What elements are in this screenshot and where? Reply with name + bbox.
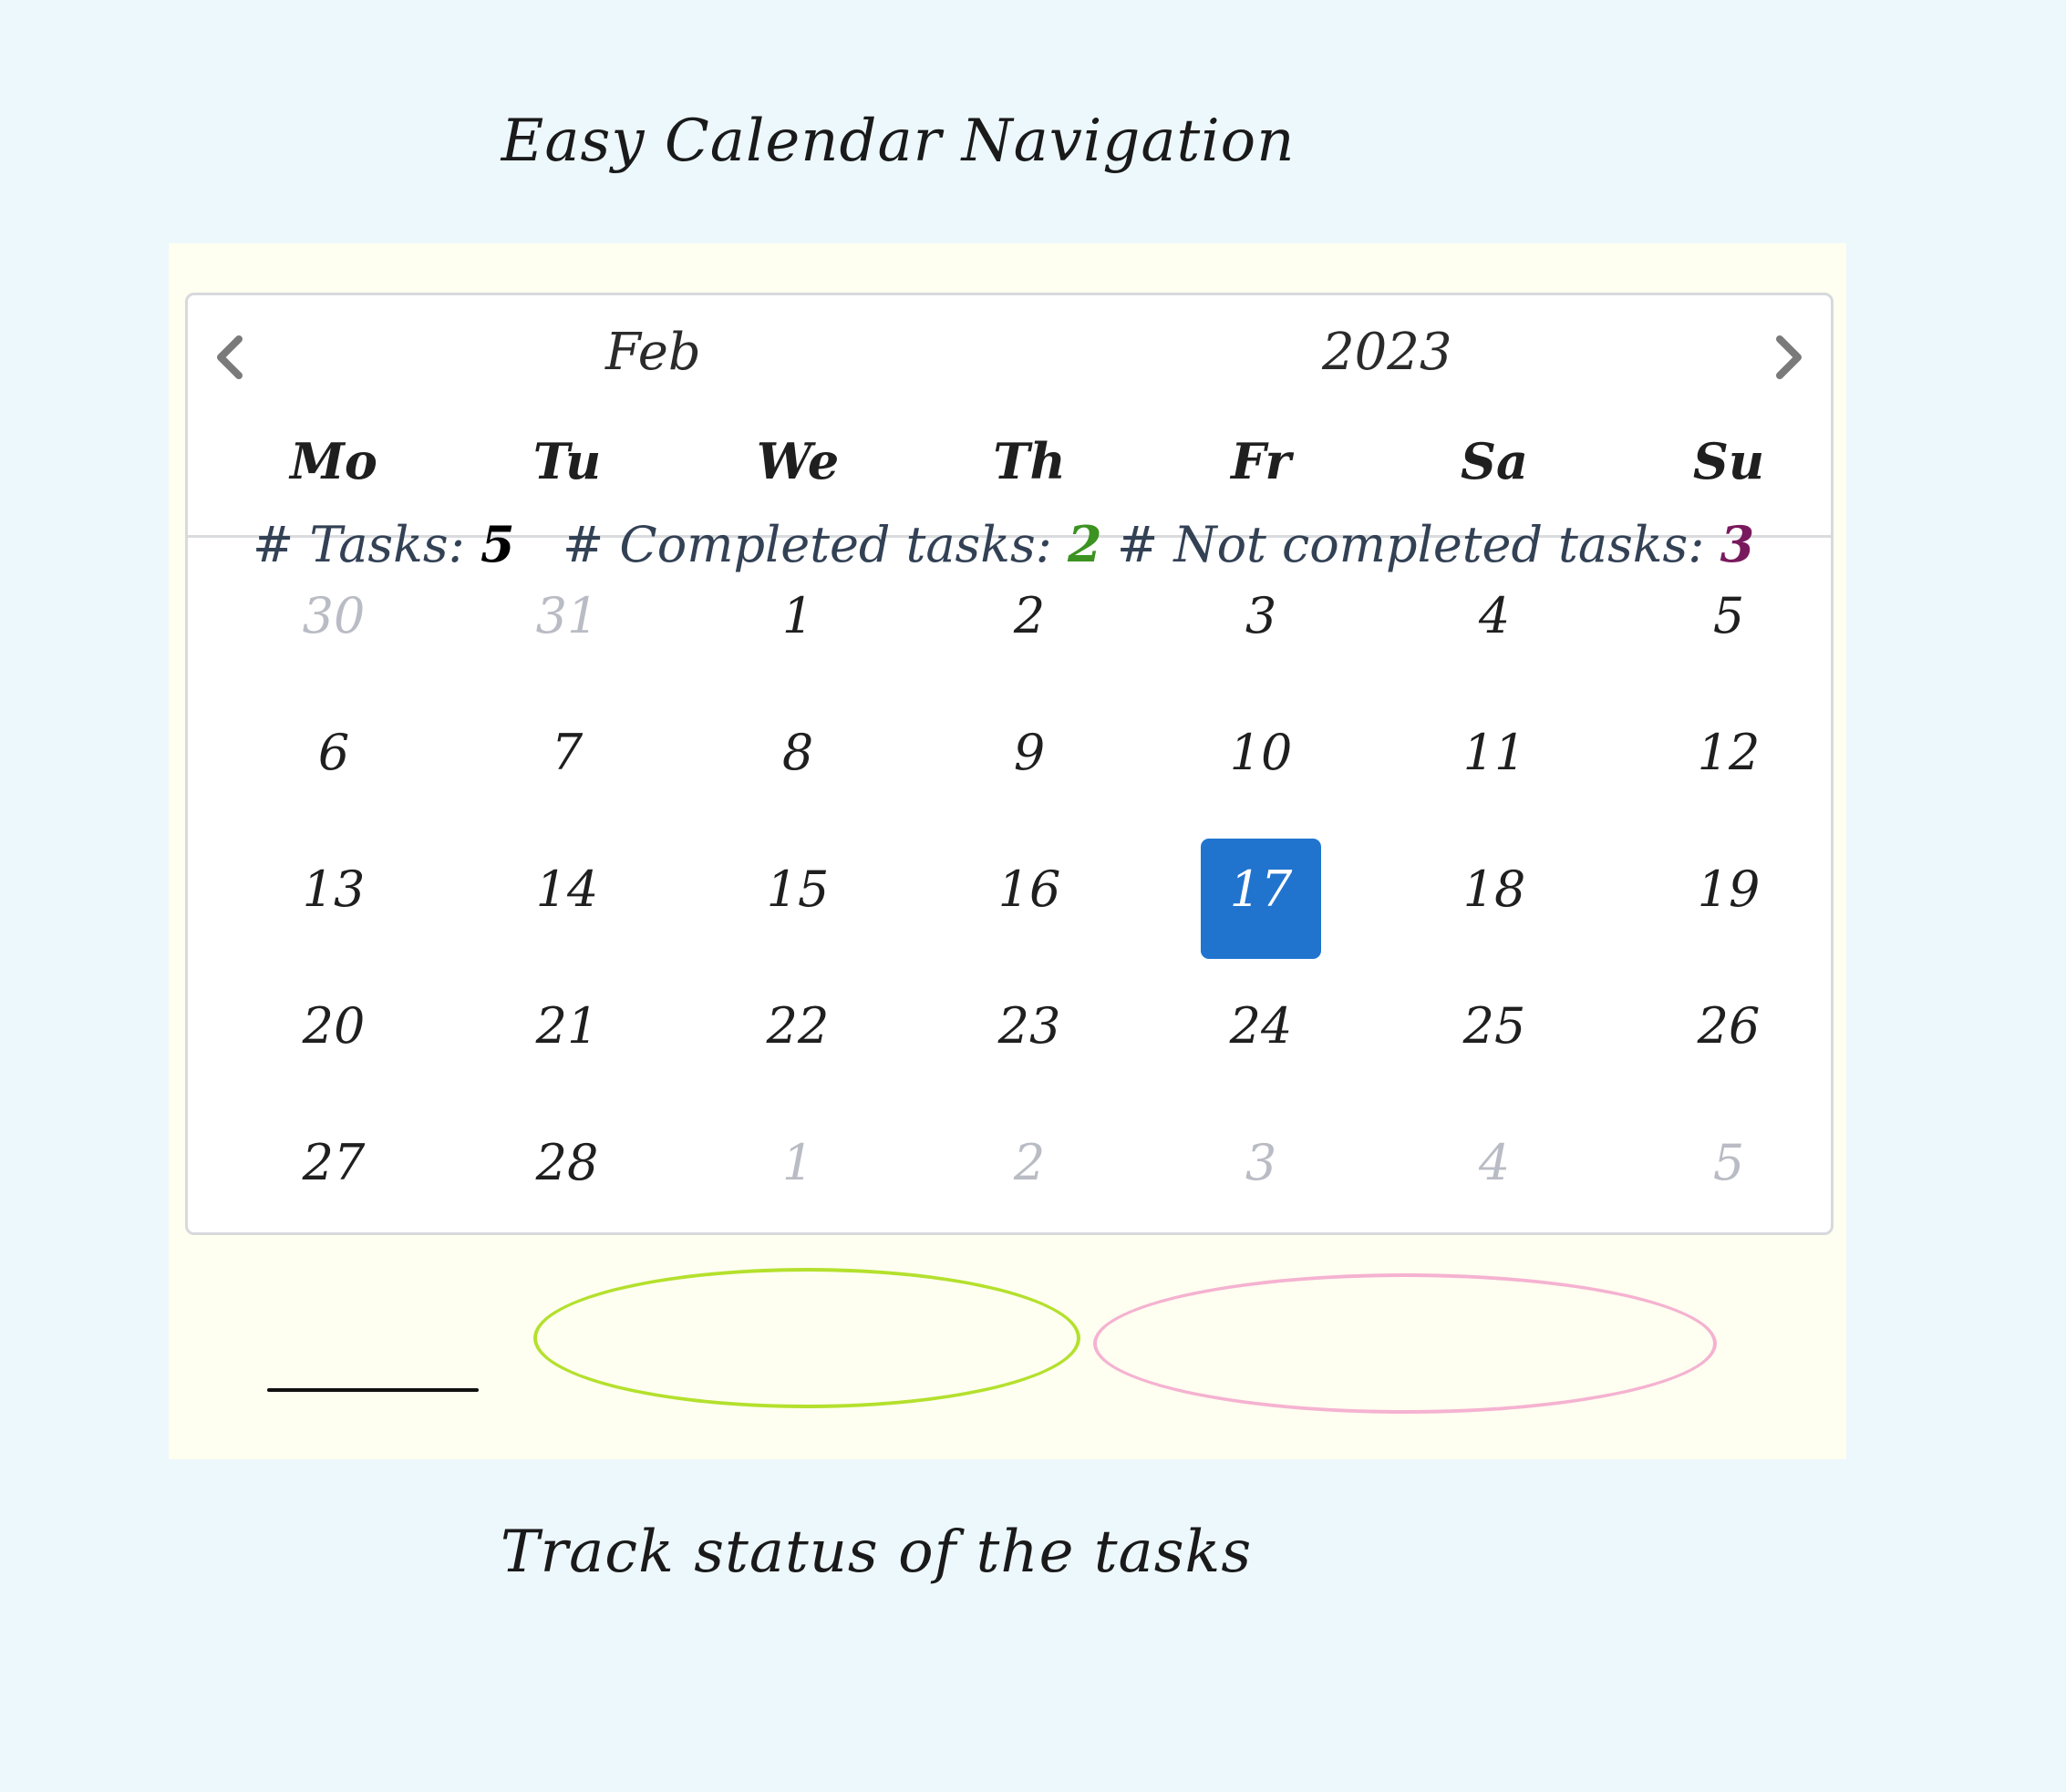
day-cell[interactable]: 26 xyxy=(1612,988,1845,1125)
month-selector[interactable]: Feb xyxy=(605,323,701,382)
day-cell[interactable]: 5 xyxy=(1612,578,1845,715)
day-number: 11 xyxy=(1462,724,1526,781)
tasks-underline xyxy=(267,1388,479,1392)
day-cell[interactable]: 8 xyxy=(682,715,914,851)
day-number: 4 xyxy=(1478,1134,1511,1191)
day-cell[interactable]: 16 xyxy=(914,851,1145,988)
day-number: 13 xyxy=(302,860,366,918)
day-number: 16 xyxy=(997,860,1061,918)
day-cell[interactable]: 21 xyxy=(452,988,682,1125)
next-month-button[interactable] xyxy=(1765,330,1811,385)
day-cell[interactable]: 25 xyxy=(1377,988,1612,1125)
day-number: 20 xyxy=(302,997,366,1055)
prev-month-button[interactable] xyxy=(208,330,253,385)
chevron-right-icon xyxy=(1776,335,1802,379)
day-cell[interactable]: 15 xyxy=(682,851,914,988)
day-cell[interactable]: 2 xyxy=(914,1125,1145,1262)
day-number: 25 xyxy=(1462,997,1526,1055)
day-cell[interactable]: 3 xyxy=(1145,1125,1377,1262)
calendar-panel: Feb 2023 Mo Tu We Th Fr Sa Su 30 31 1 2 3 4 5 6 7 8 9 10 1… xyxy=(169,243,1846,1459)
day-cell[interactable]: 6 xyxy=(215,715,452,851)
completed-tasks-value: 2 xyxy=(1068,515,1102,573)
day-number: 3 xyxy=(1245,1134,1277,1191)
day-cell[interactable]: 23 xyxy=(914,988,1145,1125)
day-number: 24 xyxy=(1229,997,1293,1055)
day-number: 8 xyxy=(781,724,814,781)
day-cell[interactable]: 22 xyxy=(682,988,914,1125)
day-number: 22 xyxy=(766,997,830,1055)
total-tasks-stat: # Tasks: 5 xyxy=(253,515,515,573)
bottom-caption: Track status of the tasks xyxy=(500,1519,1253,1586)
day-number: 17 xyxy=(1229,860,1293,918)
day-number: 19 xyxy=(1697,860,1761,918)
day-number: 26 xyxy=(1697,997,1761,1055)
day-number: 23 xyxy=(997,997,1061,1055)
day-number: 7 xyxy=(551,724,584,781)
day-number: 12 xyxy=(1697,724,1761,781)
day-cell[interactable]: 14 xyxy=(452,851,682,988)
day-cell[interactable]: 13 xyxy=(215,851,452,988)
day-cell[interactable]: 12 xyxy=(1612,715,1845,851)
day-cell[interactable]: 11 xyxy=(1377,715,1612,851)
total-tasks-label: # Tasks: xyxy=(253,516,480,573)
day-cell[interactable]: 4 xyxy=(1377,578,1612,715)
total-tasks-value: 5 xyxy=(480,515,515,573)
day-number: 1 xyxy=(781,1134,814,1191)
day-number: 2 xyxy=(1013,1134,1046,1191)
calendar-header: Feb 2023 xyxy=(188,295,1831,405)
day-cell[interactable]: 30 xyxy=(215,578,452,715)
year-selector[interactable]: 2023 xyxy=(1322,323,1452,382)
day-number: 14 xyxy=(535,860,599,918)
day-number: 21 xyxy=(535,997,599,1055)
chevron-left-icon xyxy=(217,335,243,379)
day-cell[interactable]: 1 xyxy=(682,1125,914,1262)
day-cell[interactable]: 19 xyxy=(1612,851,1845,988)
day-cell[interactable]: 7 xyxy=(452,715,682,851)
day-cell[interactable]: 20 xyxy=(215,988,452,1125)
day-number: 1 xyxy=(781,587,814,644)
day-number: 5 xyxy=(1712,1134,1745,1191)
day-number: 15 xyxy=(766,860,830,918)
day-number: 5 xyxy=(1712,587,1745,644)
day-cell[interactable]: 18 xyxy=(1377,851,1612,988)
day-cell[interactable]: 27 xyxy=(215,1125,452,1262)
day-cell-selected[interactable]: 17 xyxy=(1145,839,1377,988)
day-number: 31 xyxy=(535,587,599,644)
day-number: 3 xyxy=(1245,587,1277,644)
top-caption: Easy Calendar Navigation xyxy=(501,108,1296,175)
not-completed-highlight-ellipse xyxy=(1093,1273,1717,1414)
day-cell[interactable]: 4 xyxy=(1377,1125,1612,1262)
calendar-widget: Feb 2023 Mo Tu We Th Fr Sa Su 30 31 1 2 3 4 5 6 7 8 9 10 1… xyxy=(185,293,1834,1235)
day-number: 6 xyxy=(317,724,350,781)
day-cell[interactable]: 2 xyxy=(914,578,1145,715)
day-cell[interactable]: 10 xyxy=(1145,715,1377,851)
not-completed-tasks-label: # Not completed tasks: xyxy=(1117,516,1720,573)
completed-tasks-label: # Completed tasks: xyxy=(563,516,1069,573)
completed-tasks-stat: # Completed tasks: 2 xyxy=(563,515,1102,573)
day-grid: 30 31 1 2 3 4 5 6 7 8 9 10 11 12 13 14 15 16 17 18 19 20 21 22 2… xyxy=(215,578,1845,1262)
day-number: 18 xyxy=(1462,860,1526,918)
day-cell[interactable]: 5 xyxy=(1612,1125,1845,1262)
not-completed-tasks-value: 3 xyxy=(1720,515,1755,573)
day-number: 28 xyxy=(535,1134,599,1191)
day-cell[interactable]: 1 xyxy=(682,578,914,715)
day-number: 4 xyxy=(1478,587,1511,644)
day-cell[interactable]: 24 xyxy=(1145,988,1377,1125)
day-cell[interactable]: 9 xyxy=(914,715,1145,851)
completed-highlight-ellipse xyxy=(533,1268,1080,1408)
day-cell[interactable]: 28 xyxy=(452,1125,682,1262)
day-number: 30 xyxy=(302,587,366,644)
day-number: 2 xyxy=(1013,587,1046,644)
day-cell[interactable]: 3 xyxy=(1145,578,1377,715)
day-number: 9 xyxy=(1013,724,1046,781)
not-completed-tasks-stat: # Not completed tasks: 3 xyxy=(1117,515,1754,573)
day-cell[interactable]: 31 xyxy=(452,578,682,715)
day-number: 10 xyxy=(1229,724,1293,781)
day-number: 27 xyxy=(302,1134,366,1191)
